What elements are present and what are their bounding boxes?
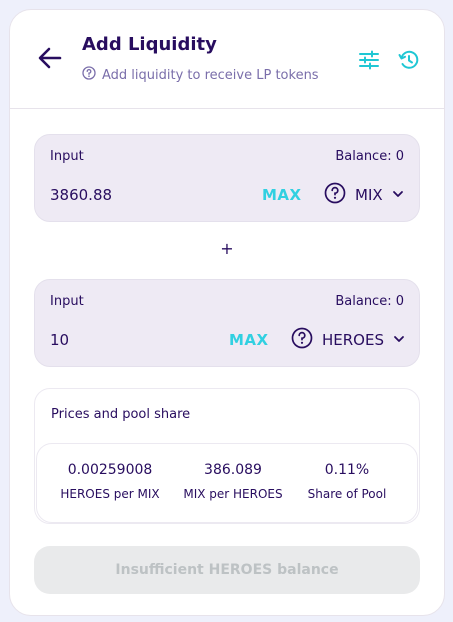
balance-label: Balance: 0 (335, 149, 404, 164)
card-header: Add Liquidity Add liquidity to receive L… (10, 10, 444, 109)
stat-pool-share: 0.11% Share of Pool (282, 462, 412, 501)
prices-title: Prices and pool share (51, 407, 191, 422)
amount-input[interactable]: 3860.88 (50, 186, 112, 204)
page-subtitle: Add liquidity to receive LP tokens (82, 66, 319, 84)
balance-label: Balance: 0 (335, 294, 404, 309)
token-symbol: HEROES (322, 331, 384, 349)
max-button[interactable]: MAX (229, 331, 269, 349)
prices-pool-share-box: Prices and pool share 0.00259008 HEROES … (34, 388, 420, 524)
token-logo-icon (324, 182, 346, 208)
token-select-heroes[interactable]: HEROES (291, 327, 405, 353)
token-select-mix[interactable]: MIX (324, 182, 404, 208)
settings-sliders-icon[interactable] (357, 48, 381, 72)
help-icon[interactable] (82, 66, 96, 84)
prices-stats: 0.00259008 HEROES per MIX 386.089 MIX pe… (36, 443, 418, 523)
stat-label: HEROES per MIX (60, 487, 160, 501)
token-symbol: MIX (355, 186, 383, 204)
input-label: Input (50, 149, 84, 164)
back-arrow-icon[interactable] (36, 44, 64, 72)
amount-input[interactable]: 10 (50, 331, 69, 349)
stat-price-a: 0.00259008 HEROES per MIX (45, 462, 175, 501)
page-title: Add Liquidity (82, 34, 217, 55)
plus-separator: + (220, 239, 234, 258)
currency-input-panel-b: Input Balance: 0 10 MAX HEROES (34, 279, 420, 367)
supply-button[interactable]: Insufficient HEROES balance (34, 546, 420, 594)
token-logo-icon (291, 327, 313, 353)
max-button[interactable]: MAX (262, 186, 302, 204)
currency-input-panel-a: Input Balance: 0 3860.88 MAX MIX (34, 134, 420, 222)
chevron-down-icon (392, 186, 404, 204)
stat-price-b: 386.089 MIX per HEROES (168, 462, 298, 501)
stat-value: 0.00259008 (67, 462, 153, 478)
history-icon[interactable] (397, 48, 421, 72)
stat-label: MIX per HEROES (183, 487, 283, 501)
stat-label: Share of Pool (307, 487, 387, 501)
input-label: Input (50, 294, 84, 309)
stat-value: 0.11% (324, 462, 370, 478)
chevron-down-icon (393, 331, 405, 349)
subtitle-text: Add liquidity to receive LP tokens (102, 67, 319, 83)
add-liquidity-card: Add Liquidity Add liquidity to receive L… (9, 9, 445, 616)
stat-value: 386.089 (204, 462, 262, 478)
